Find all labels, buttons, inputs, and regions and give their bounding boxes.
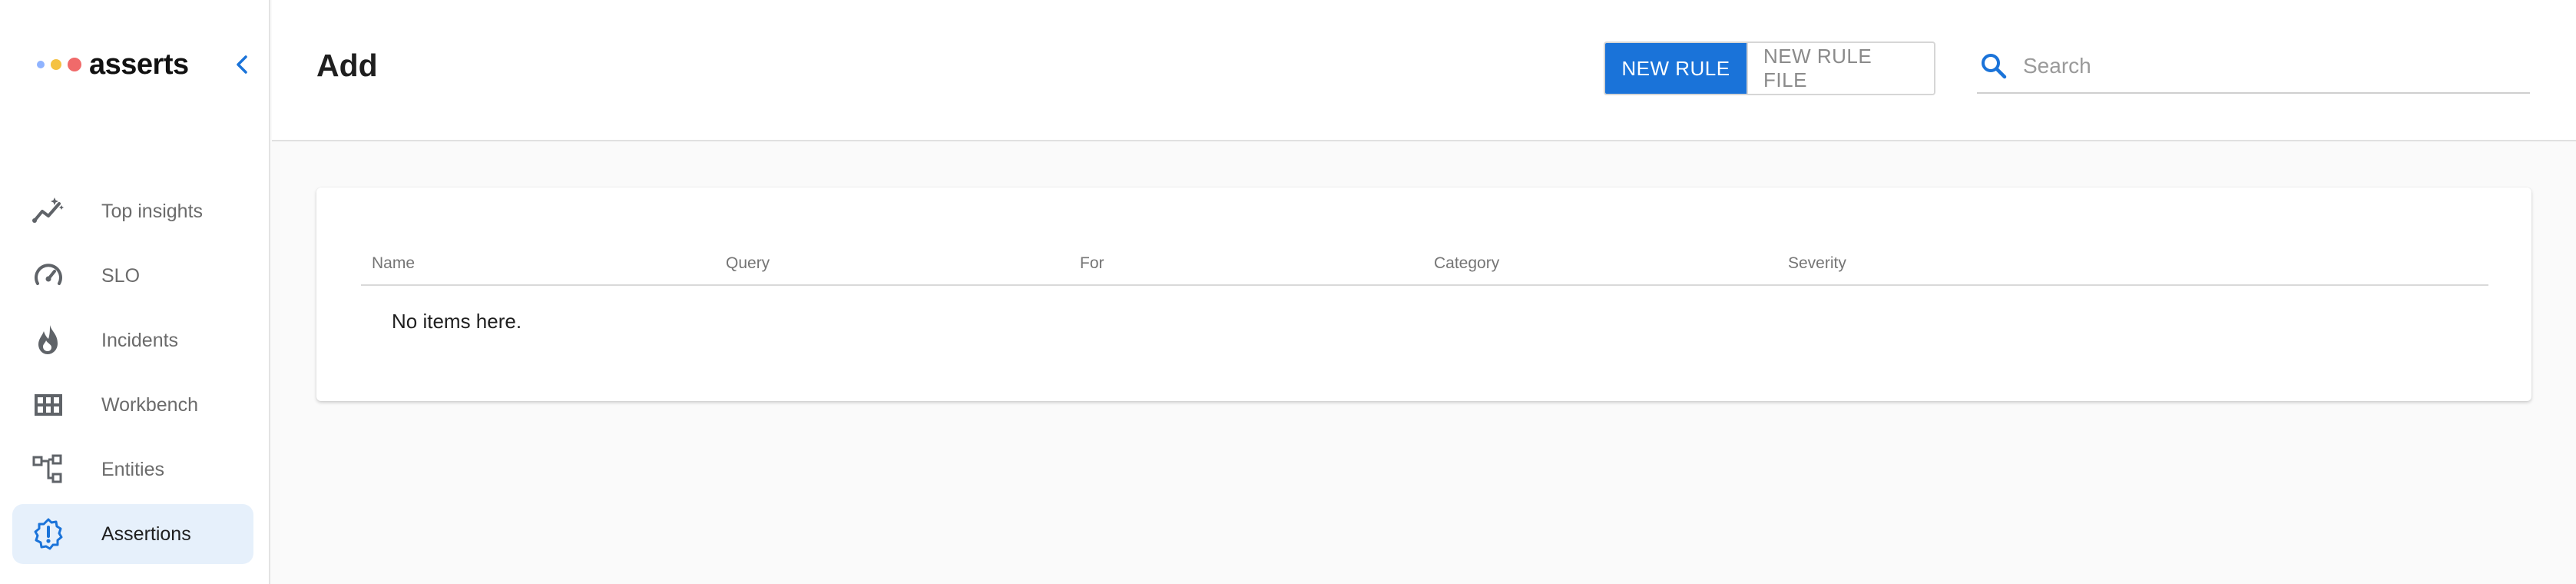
search-field [1977, 40, 2530, 94]
logo-dots-icon [37, 58, 81, 71]
column-header-severity[interactable]: Severity [1777, 254, 2131, 273]
sidebar-item-entities[interactable]: Entities [12, 440, 253, 499]
speedometer-icon [31, 258, 66, 294]
flame-icon [31, 323, 66, 358]
sidebar-nav: Top insights SLO Incidents Workbench Ent… [12, 181, 253, 569]
sidebar-item-label: Top insights [101, 200, 204, 222]
table-header-row: Name Query For Category Severity [361, 243, 2488, 286]
sidebar-item-label: Assertions [101, 523, 191, 545]
sidebar-item-label: Workbench [101, 393, 198, 416]
rules-table: Name Query For Category Severity No item… [361, 243, 2488, 357]
rule-button-group: NEW RULE NEW RULE FILE [1604, 41, 1935, 95]
column-header-category[interactable]: Category [1423, 254, 1777, 273]
search-input[interactable] [2023, 54, 2515, 78]
page-header: Add NEW RULE NEW RULE FILE [272, 0, 2576, 141]
rules-table-card: Name Query For Category Severity No item… [316, 187, 2531, 401]
new-rule-button[interactable]: NEW RULE [1605, 43, 1747, 94]
sidebar-item-assertions[interactable]: Assertions [12, 504, 253, 564]
column-header-name[interactable]: Name [361, 254, 715, 273]
sidebar-item-workbench[interactable]: Workbench [12, 375, 253, 435]
insights-icon [31, 194, 66, 229]
hierarchy-icon [31, 452, 66, 487]
sidebar-item-label: Entities [101, 458, 164, 480]
page-title: Add [316, 48, 378, 83]
alert-badge-icon [31, 516, 66, 552]
chevron-left-icon [237, 55, 247, 74]
brand-logo[interactable]: asserts [37, 43, 189, 86]
new-rule-file-button[interactable]: NEW RULE FILE [1747, 43, 1934, 94]
collapse-sidebar-button[interactable] [229, 51, 257, 78]
sidebar-item-slo[interactable]: SLO [12, 246, 253, 306]
sidebar-item-top-insights[interactable]: Top insights [12, 181, 253, 241]
grid-icon [31, 387, 66, 423]
column-header-for[interactable]: For [1069, 254, 1423, 273]
sidebar-item-label: SLO [101, 264, 141, 287]
brand-name: asserts [89, 48, 189, 81]
column-header-query[interactable]: Query [715, 254, 1069, 273]
search-icon [1978, 51, 2009, 81]
sidebar-item-incidents[interactable]: Incidents [12, 310, 253, 370]
sidebar: asserts Top insights SLO Incidents Workb… [0, 0, 270, 584]
empty-table-message: No items here. [392, 309, 522, 333]
sidebar-item-label: Incidents [101, 329, 179, 351]
app-root: asserts Top insights SLO Incidents Workb… [0, 0, 2576, 584]
